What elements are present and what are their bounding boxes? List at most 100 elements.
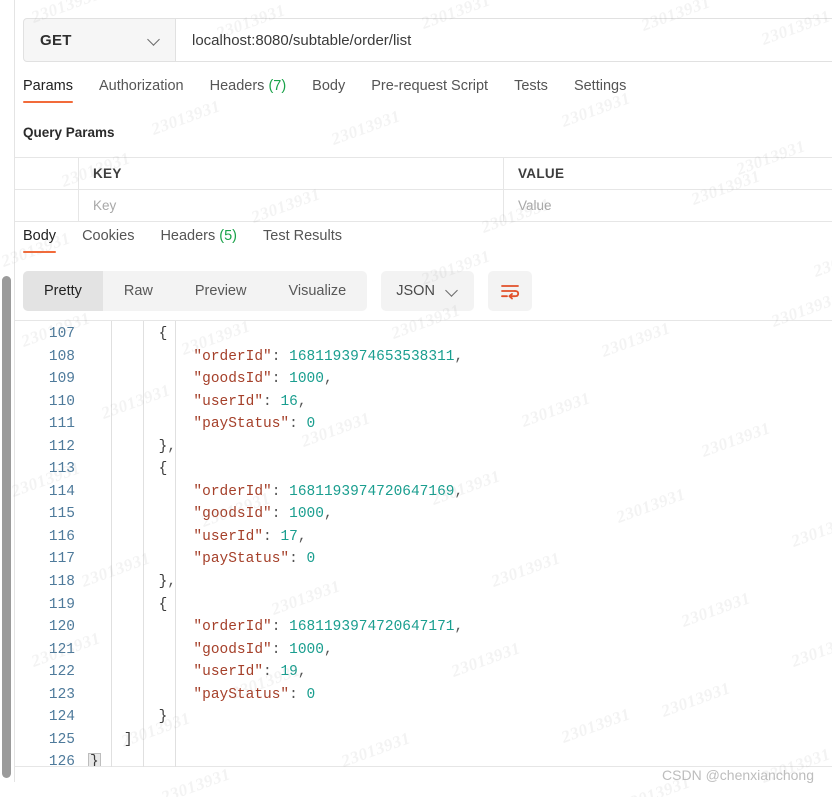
code-text: "goodsId": 1000, <box>89 503 333 526</box>
token-n: 19 <box>280 664 298 681</box>
tab-label: Headers <box>160 228 216 244</box>
row-checkbox-cell[interactable] <box>15 190 79 221</box>
code-text: } <box>88 751 101 767</box>
line-number: 117 <box>48 551 75 568</box>
line-number: 109 <box>48 371 75 388</box>
response-tab-body[interactable]: Body <box>23 228 57 253</box>
token-p: : <box>289 416 307 433</box>
tab-params[interactable]: Params <box>23 78 73 103</box>
token-n: 1681193974720647171 <box>289 619 455 636</box>
word-wrap-button[interactable] <box>487 271 532 311</box>
tab-authorization[interactable]: Authorization <box>99 78 184 103</box>
http-method-label: GET <box>40 31 72 49</box>
tab-label: Settings <box>573 78 627 94</box>
code-line: 116 "userId": 17, <box>15 526 832 549</box>
code-line: 120 "orderId": 1681193974720647171, <box>15 616 832 639</box>
line-number: 111 <box>48 416 75 433</box>
token-p: , <box>323 371 333 388</box>
view-mode-raw[interactable]: Raw <box>103 271 174 311</box>
left-rail <box>0 0 14 797</box>
code-line: 123 "payStatus": 0 <box>15 684 832 707</box>
token-k: "goodsId" <box>193 371 272 388</box>
response-tab-cookies[interactable]: Cookies <box>82 228 134 253</box>
line-number: 124 <box>48 709 75 726</box>
code-line: 118 }, <box>15 571 832 594</box>
value-input[interactable]: Value <box>504 190 832 221</box>
code-text: { <box>89 458 168 481</box>
indent-guide <box>111 321 112 767</box>
token-n: 1000 <box>289 506 324 523</box>
response-format-selector[interactable]: JSON <box>381 271 474 311</box>
token-p: , <box>297 393 307 410</box>
line-number: 121 <box>48 641 75 658</box>
code-text: "goodsId": 1000, <box>89 368 333 391</box>
line-number: 116 <box>48 528 75 545</box>
tab-pre-request-script[interactable]: Pre-request Script <box>371 78 488 103</box>
token-n: 16 <box>280 393 298 410</box>
tab-label: Tests <box>514 78 548 94</box>
token-k: "goodsId" <box>193 641 272 658</box>
line-number: 119 <box>48 596 75 613</box>
code-lines: 107 {108 "orderId": 1681193974653538311,… <box>15 321 832 767</box>
code-line: 112 }, <box>15 436 832 459</box>
token-p: , <box>454 483 464 500</box>
tab-label: Test Results <box>263 228 342 244</box>
token-k: "userId" <box>193 528 264 545</box>
token-b: { <box>158 596 168 613</box>
code-text: { <box>89 323 168 346</box>
header-key: KEY <box>79 158 504 189</box>
token-p: , <box>323 506 333 523</box>
token-p: : <box>271 619 290 636</box>
code-line: 119 { <box>15 594 832 617</box>
request-tabs: Params Authorization Headers (7) Body Pre-re… <box>23 78 832 114</box>
view-mode-preview[interactable]: Preview <box>174 271 268 311</box>
http-method-selector[interactable]: GET <box>24 19 176 61</box>
token-n: 0 <box>306 686 316 703</box>
word-wrap-icon <box>501 285 520 300</box>
key-input[interactable]: Key <box>79 190 504 221</box>
token-p: : <box>271 506 290 523</box>
code-text: }, <box>89 436 176 459</box>
token-n: 0 <box>306 416 316 433</box>
response-tab-test-results[interactable]: Test Results <box>263 228 342 253</box>
token-p: , <box>323 641 333 658</box>
table-row[interactable]: Key Value <box>15 190 832 222</box>
code-line: 122 "userId": 19, <box>15 661 832 684</box>
code-text: "userId": 16, <box>89 391 307 414</box>
tab-body[interactable]: Body <box>312 78 345 103</box>
vertical-scrollbar-thumb[interactable] <box>2 276 11 778</box>
token-b: ] <box>123 731 133 748</box>
code-line: 115 "goodsId": 1000, <box>15 503 832 526</box>
view-mode-visualize[interactable]: Visualize <box>267 271 367 311</box>
token-k: "orderId" <box>193 348 272 365</box>
tab-headers[interactable]: Headers (7) <box>210 78 287 103</box>
tab-label: Pre-request Script <box>371 78 489 94</box>
response-tab-headers[interactable]: Headers (5) <box>160 228 237 253</box>
token-p: : <box>263 528 281 545</box>
line-number: 126 <box>48 754 75 767</box>
code-line: 113 { <box>15 458 832 481</box>
response-tabs: Body Cookies Headers (5) Test Results <box>23 228 368 253</box>
tab-label: Body <box>23 228 57 244</box>
tab-settings[interactable]: Settings <box>574 78 626 103</box>
url-input[interactable]: localhost:8080/subtable/order/list <box>176 19 832 61</box>
tab-label: Params <box>23 78 73 94</box>
view-mode-pretty[interactable]: Pretty <box>23 271 103 311</box>
header-checkbox-cell <box>15 158 79 189</box>
token-n: 17 <box>280 528 298 545</box>
table-header-row: KEY VALUE <box>15 158 832 190</box>
code-line: 110 "userId": 16, <box>15 391 832 414</box>
response-body-viewer[interactable]: 107 {108 "orderId": 1681193974653538311,… <box>15 320 832 767</box>
tab-tests[interactable]: Tests <box>514 78 548 103</box>
tab-count-badge: (5) <box>215 228 238 244</box>
token-b: } <box>158 709 168 726</box>
